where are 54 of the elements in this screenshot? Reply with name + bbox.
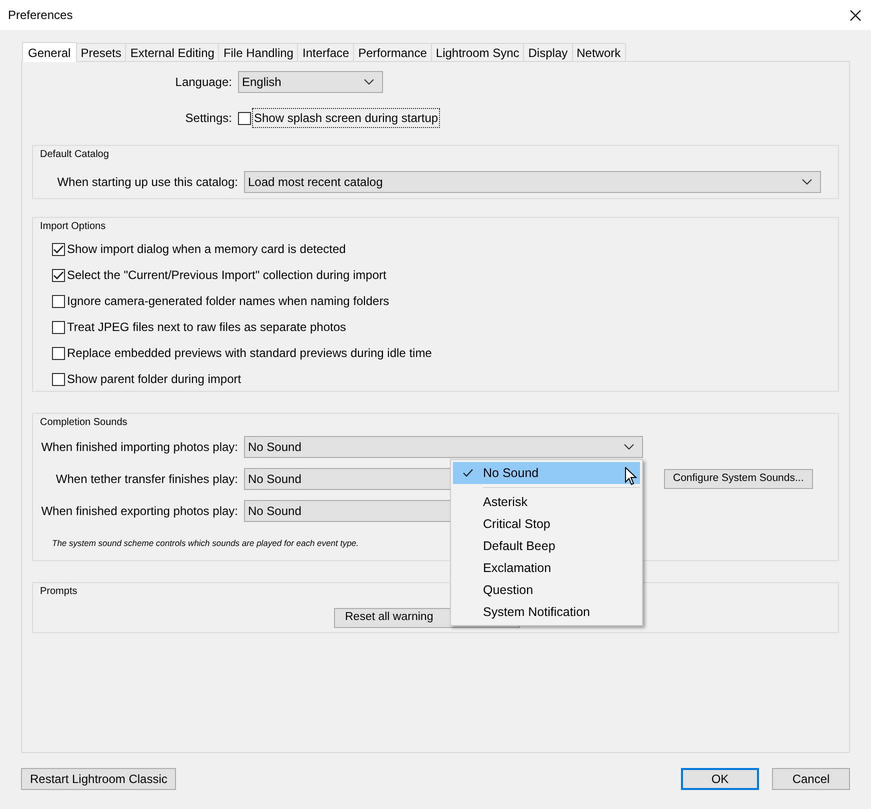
- sound-label: When finished importing photos play:: [41, 439, 239, 456]
- checkbox-label: Select the "Current/Previous Import" collection during import: [67, 267, 386, 284]
- menu-item[interactable]: Question: [453, 579, 640, 601]
- tab[interactable]: Performance: [354, 43, 432, 61]
- sound-label: When tether transfer finishes play:: [54, 471, 239, 488]
- menu-item[interactable]: No Sound: [453, 462, 640, 484]
- dialog-button[interactable]: Cancel: [772, 768, 850, 790]
- cursor-icon: [625, 467, 637, 486]
- checkbox-label: Show parent folder during import: [67, 371, 242, 388]
- check-icon: [463, 469, 473, 477]
- checkbox-label: Treat JPEG files next to raw files as separate photos: [67, 319, 346, 336]
- sound-label: When finished exporting photos play:: [41, 503, 239, 520]
- tab[interactable]: Interface: [298, 43, 354, 61]
- tab[interactable]: General: [22, 42, 77, 62]
- checkbox-label: Replace embedded previews with standard previews during idle time: [67, 345, 432, 362]
- checkbox-label: Show import dialog when a memory card is detected: [67, 241, 346, 258]
- check-icon: [53, 270, 64, 280]
- group-title: Prompts: [40, 585, 78, 599]
- checkbox[interactable]: [52, 372, 65, 386]
- tab[interactable]: File Handling: [219, 43, 298, 61]
- checkbox-label: Ignore camera-generated folder names when naming folders: [67, 293, 390, 310]
- group-title: Default Catalog: [40, 148, 109, 162]
- chevron-down-icon: [802, 179, 812, 185]
- tab[interactable]: Lightroom Sync: [432, 43, 524, 61]
- dropdown[interactable]: Load most recent catalog: [244, 171, 821, 193]
- checkbox[interactable]: [52, 346, 65, 360]
- checkbox[interactable]: [52, 242, 65, 256]
- catalog-label: When starting up use this catalog:: [56, 174, 239, 191]
- dropdown[interactable]: English: [238, 71, 383, 93]
- checkbox-label: Show splash screen during startup: [252, 108, 440, 128]
- checkbox[interactable]: [52, 320, 65, 334]
- configure-sounds-button[interactable]: Configure System Sounds...: [664, 469, 813, 489]
- menu-item[interactable]: Exclamation: [453, 557, 640, 579]
- checkbox[interactable]: [52, 294, 65, 308]
- tab[interactable]: External Editing: [126, 43, 220, 61]
- check-icon: [53, 244, 64, 254]
- tab[interactable]: Presets: [76, 43, 126, 61]
- language-label: Language:: [174, 74, 233, 91]
- group-title: Completion Sounds: [40, 416, 128, 430]
- settings-label: Settings:: [184, 110, 233, 127]
- window-title: Preferences: [8, 7, 73, 24]
- close-icon[interactable]: [850, 10, 861, 20]
- chevron-down-icon: [624, 444, 634, 450]
- dialog-button[interactable]: OK: [681, 768, 759, 790]
- menu-item[interactable]: Default Beep: [453, 535, 640, 557]
- note-text: The system sound scheme controls which sounds are played for each event type.: [52, 537, 359, 550]
- dropdown[interactable]: No Sound: [244, 436, 643, 458]
- checkbox[interactable]: [52, 268, 65, 282]
- chevron-down-icon: [364, 79, 374, 85]
- restart-button[interactable]: Restart Lightroom Classic: [21, 768, 176, 790]
- tab[interactable]: Display: [524, 43, 573, 61]
- checkbox[interactable]: [238, 112, 251, 124]
- group-title: Import Options: [40, 220, 106, 234]
- tab[interactable]: Network: [572, 43, 626, 61]
